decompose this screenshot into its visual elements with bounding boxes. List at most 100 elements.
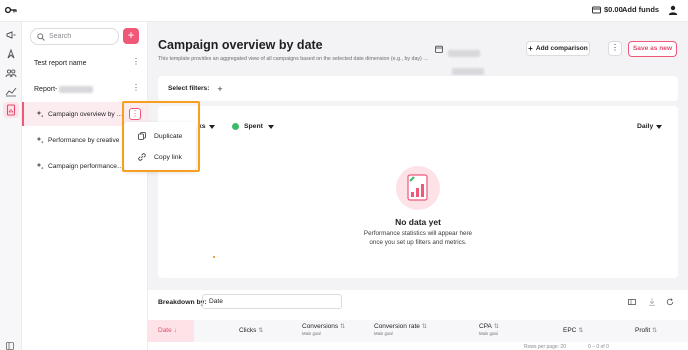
add-comparison-label: Add comparison — [535, 45, 588, 52]
add-report-button[interactable]: + — [123, 28, 139, 44]
column-header-epc[interactable]: EPC ⇅ — [563, 327, 583, 334]
redacted-text — [448, 50, 480, 57]
group-label: Report- — [34, 85, 58, 93]
megaphone-icon[interactable] — [5, 29, 17, 41]
column-sublabel: Main goal — [479, 331, 498, 336]
group-more-icon[interactable]: ⋮ — [132, 84, 140, 93]
sparkle-icon — [36, 110, 44, 118]
compass-icon[interactable] — [5, 48, 17, 60]
column-header-date[interactable]: Date ↓ — [148, 320, 194, 342]
search-input[interactable] — [49, 33, 109, 40]
top-bar: $0.00 Add funds — [0, 0, 688, 22]
breakdown-section: Breakdown by: Date Date ↓ Clicks ⇅ Conve… — [148, 290, 688, 350]
save-as-new-button[interactable]: Save as new — [628, 41, 677, 57]
analytics-icon[interactable] — [5, 85, 17, 97]
report-document-icon — [6, 104, 16, 116]
user-icon[interactable] — [668, 5, 678, 15]
balance: $0.00 — [592, 5, 623, 14]
rows-per-page-value: 20 — [560, 344, 566, 350]
reports-nav-active[interactable] — [3, 102, 19, 118]
empty-state-illustration — [396, 166, 440, 210]
column-header-conversions[interactable]: Conversions ⇅ Main goal — [302, 323, 345, 336]
more-options-button[interactable]: ⋮ — [608, 41, 622, 56]
menu-item-label: Copy link — [154, 153, 182, 161]
sort-icon: ⇅ — [493, 324, 499, 330]
icon-rail — [0, 22, 22, 350]
balance-amount: $0.00 — [604, 5, 623, 14]
empty-state-message: Performance statistics will appear here … — [158, 229, 678, 247]
sort-icon: ⇅ — [652, 328, 658, 334]
column-header-profit[interactable]: Profit ⇅ — [635, 327, 657, 334]
column-label: Conversion rate — [374, 323, 420, 330]
period-selector[interactable]: Daily — [637, 123, 663, 130]
report-group-test[interactable]: Test report name — [34, 57, 87, 69]
sparkle-icon — [36, 162, 44, 170]
add-comparison-button[interactable]: + Add comparison — [526, 41, 590, 56]
copy-icon — [138, 132, 146, 140]
group-label: Test report name — [34, 59, 87, 67]
column-sublabel: Main goal — [374, 331, 393, 336]
metric-selector-spent[interactable]: Spent — [232, 123, 274, 130]
page-range: 0 – 0 of 0 — [588, 344, 609, 350]
redacted-text — [452, 68, 484, 75]
column-header-conversion-rate[interactable]: Conversion rate ⇅ Main goal — [374, 323, 427, 336]
column-label: CPA — [479, 323, 492, 330]
add-filter-button[interactable]: + — [217, 84, 222, 94]
period-label: Daily — [637, 123, 654, 130]
column-label: Clicks — [239, 327, 257, 334]
rows-per-page[interactable]: Rows per page: 20 — [524, 344, 566, 350]
group-more-icon[interactable]: ⋮ — [132, 58, 140, 67]
column-label: Profit — [635, 327, 651, 334]
sort-icon: ⇅ — [340, 324, 346, 330]
download-icon[interactable] — [648, 298, 656, 306]
caret-down-icon — [267, 124, 274, 129]
columns-icon[interactable] — [628, 298, 636, 306]
menu-item-duplicate[interactable]: Duplicate — [124, 127, 196, 145]
link-icon — [138, 153, 146, 161]
menu-item-copy-link[interactable]: Copy link — [124, 148, 196, 166]
chart-card: ks Spent Daily No data yet Performance s… — [158, 106, 678, 278]
report-item-label: Performance by creative — [48, 136, 120, 144]
refresh-icon[interactable] — [666, 298, 674, 306]
collapse-sidebar-icon[interactable] — [6, 342, 14, 350]
column-sublabel: Main goal — [302, 331, 321, 336]
date-range-redacted[interactable] — [448, 44, 520, 75]
calendar-icon[interactable] — [435, 45, 443, 53]
decorative-dot — [213, 256, 215, 258]
empty-state-title: No data yet — [395, 217, 441, 227]
column-label: Date — [158, 327, 172, 334]
wallet-icon — [592, 6, 601, 13]
sort-icon: ⇅ — [421, 324, 427, 330]
metric-selector-primary[interactable]: ks — [198, 123, 215, 130]
breakdown-label: Breakdown by: — [158, 299, 207, 306]
reports-panel: + Test report name ⋮ Report- ⋮ Campaign … — [22, 22, 148, 350]
caret-down-icon — [656, 124, 663, 129]
menu-item-label: Duplicate — [154, 132, 183, 140]
sort-icon: ⇅ — [258, 328, 264, 334]
report-item-label: Campaign overview by da... — [48, 110, 124, 118]
column-header-cpa[interactable]: CPA ⇅ Main goal — [479, 323, 499, 336]
table-header: Date ↓ Clicks ⇅ Conversions ⇅ Main goal — [148, 320, 688, 342]
filters-bar: Select filters: + — [158, 76, 678, 101]
app-root: $0.00 Add funds Search + Test report nam… — [0, 0, 688, 350]
add-funds-button[interactable]: Add funds — [622, 5, 659, 14]
report-more-button[interactable]: ⋮ — [129, 108, 141, 120]
redacted-text — [59, 85, 94, 93]
sparkle-icon — [36, 136, 44, 144]
metric-label: Spent — [244, 123, 263, 130]
page-description: This template provides an aggregated vie… — [158, 56, 428, 62]
report-group-report[interactable]: Report- — [34, 83, 94, 95]
search-box[interactable] — [30, 28, 119, 45]
main-content: Campaign overview by date This template … — [148, 22, 688, 350]
empty-state-line: Performance statistics will appear here — [363, 230, 473, 237]
empty-state-line: once you set up filters and metrics. — [369, 239, 467, 246]
column-label: Conversions — [302, 323, 339, 330]
column-header-clicks[interactable]: Clicks ⇅ — [239, 327, 263, 334]
sort-desc-icon: ↓ — [173, 327, 177, 334]
page-title: Campaign overview by date — [158, 38, 323, 52]
column-label: EPC — [563, 327, 577, 334]
plus-icon: + — [528, 44, 533, 53]
users-icon[interactable] — [5, 67, 17, 79]
filters-label: Select filters: — [168, 85, 210, 92]
breakdown-select[interactable]: Date — [202, 294, 342, 309]
